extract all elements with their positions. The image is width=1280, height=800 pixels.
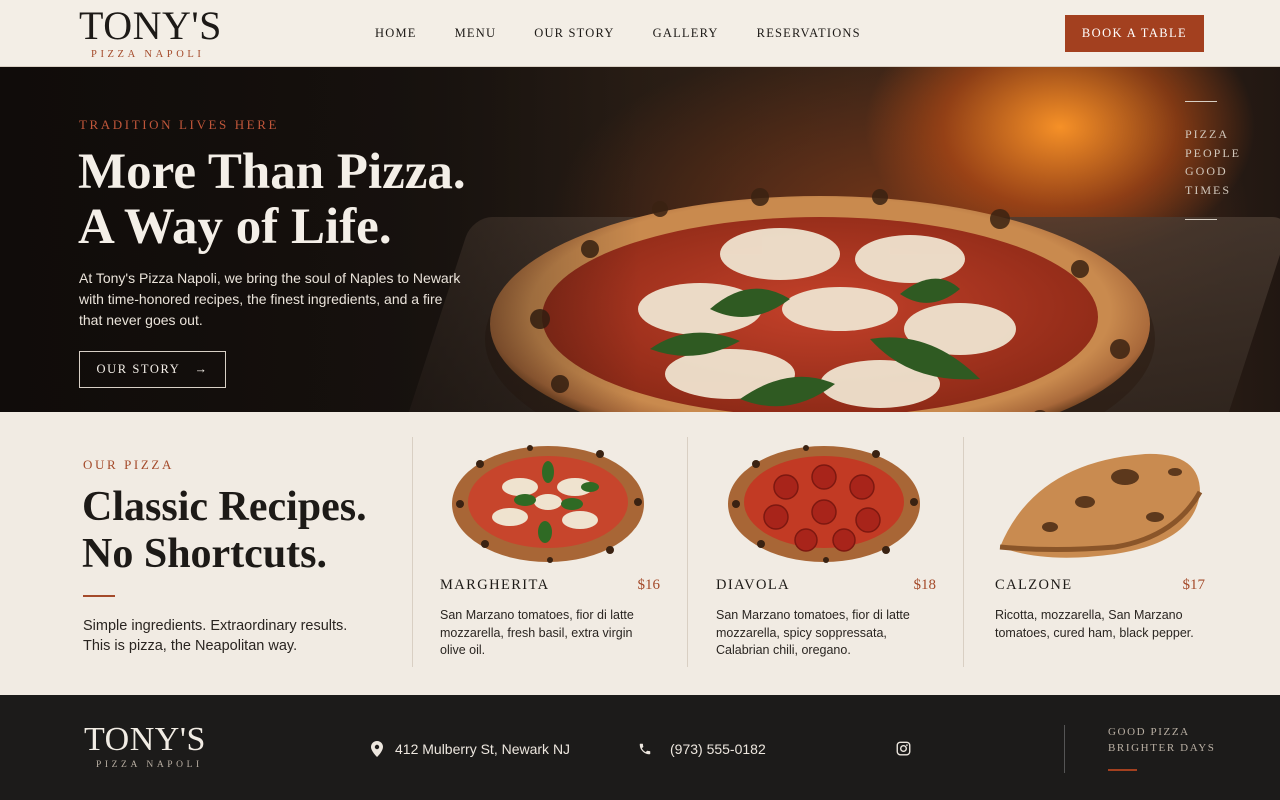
menu-item-description: San Marzano tomatoes, fior di latte mozz…	[716, 608, 910, 657]
footer-tagline-line-2: BRIGHTER DAYS	[1108, 742, 1216, 754]
footer-brand-tagline: PIZZA NAPOLI	[96, 760, 203, 770]
menu-card-calzone[interactable]: CALZONE $17 Ricotta, mozzarella, San Mar…	[995, 432, 1205, 640]
hero-title: More Than Pizza. A Way of Life.	[78, 145, 558, 255]
phone-icon	[639, 743, 651, 755]
our-story-button-label: OUR STORY	[96, 362, 181, 376]
location-pin-icon	[371, 741, 383, 757]
hero-title-line-1: More Than Pizza.	[78, 144, 466, 200]
menu-item-name: MARGHERITA	[440, 577, 550, 593]
margherita-pizza-image	[452, 445, 644, 563]
side-word: PEOPLE	[1185, 145, 1242, 160]
phone-text: (973) 555-0182	[670, 741, 766, 757]
menu-item-name: CALZONE	[995, 577, 1073, 593]
brand-logo[interactable]: TONY'S PIZZA NAPOLI	[79, 3, 239, 61]
footer-tagline: GOOD PIZZA BRIGHTER DAYS	[1108, 724, 1216, 771]
site-header: TONY'S PIZZA NAPOLI HOME MENU OUR STORY …	[0, 0, 1280, 67]
section-eyebrow: OUR PIZZA	[83, 457, 174, 472]
nav-gallery[interactable]: GALLERY	[653, 26, 719, 41]
column-divider	[963, 437, 964, 667]
footer-brand-name: TONY'S	[84, 721, 206, 758]
brand-name: TONY'S	[79, 3, 222, 48]
address-text: 412 Mulberry St, Newark NJ	[395, 741, 571, 757]
menu-item-description: Ricotta, mozzarella, San Marzano tomatoe…	[995, 608, 1194, 640]
accent-rule	[1108, 769, 1137, 771]
footer-divider	[1064, 725, 1065, 773]
menu-item-price: $17	[1182, 577, 1206, 593]
hero-title-line-2: A Way of Life.	[78, 199, 392, 255]
footer-tagline-line-1: GOOD PIZZA	[1108, 726, 1190, 738]
arrow-right-icon: →	[194, 362, 209, 376]
column-divider	[687, 437, 688, 667]
menu-item-price: $18	[913, 577, 937, 593]
divider-line	[1185, 219, 1217, 220]
menu-item-price: $16	[637, 577, 661, 593]
side-word: GOOD	[1185, 164, 1228, 178]
our-pizza-section: OUR PIZZA Classic Recipes. No Shortcuts.…	[0, 412, 1280, 695]
book-table-button[interactable]: BOOK A TABLE	[1065, 15, 1204, 52]
menu-item-name: DIAVOLA	[716, 577, 790, 593]
section-description: Simple ingredients. Extraordinary result…	[83, 618, 348, 654]
menu-item-description: San Marzano tomatoes, fior di latte mozz…	[440, 608, 634, 657]
menu-card-margherita[interactable]: MARGHERITA $16 San Marzano tomatoes, fio…	[440, 432, 660, 657]
menu-card-diavola[interactable]: DIAVOLA $18 San Marzano tomatoes, fior d…	[716, 432, 936, 657]
section-title-line-1: Classic Recipes.	[82, 484, 367, 530]
diavola-pizza-image	[728, 445, 920, 563]
hero-description: At Tony's Pizza Napoli, we bring the sou…	[79, 270, 461, 328]
column-divider	[412, 437, 413, 667]
section-title: Classic Recipes. No Shortcuts.	[82, 484, 402, 578]
nav-our-story[interactable]: OUR STORY	[534, 26, 614, 41]
nav-menu[interactable]: MENU	[455, 26, 497, 41]
main-nav: HOME MENU OUR STORY GALLERY RESERVATIONS	[375, 26, 899, 41]
footer-logo[interactable]: TONY'S PIZZA NAPOLI	[84, 721, 206, 771]
hero-side-tagline: PIZZA PEOPLE GOOD TIMES	[1185, 101, 1255, 220]
nav-reservations[interactable]: RESERVATIONS	[757, 26, 861, 41]
hero-eyebrow: TRADITION LIVES HERE	[79, 117, 280, 132]
brand-tagline: PIZZA NAPOLI	[91, 49, 205, 60]
section-title-line-2: No Shortcuts.	[82, 531, 328, 577]
footer-address[interactable]: 412 Mulberry St, Newark NJ	[371, 741, 570, 757]
calzone-image	[999, 453, 1203, 558]
side-word: PIZZA	[1185, 127, 1229, 141]
accent-rule	[83, 595, 115, 597]
divider-line	[1185, 101, 1217, 102]
nav-home[interactable]: HOME	[375, 26, 417, 41]
instagram-icon[interactable]	[896, 741, 911, 756]
our-story-button[interactable]: OUR STORY →	[79, 351, 226, 388]
site-footer: TONY'S PIZZA NAPOLI 412 Mulberry St, New…	[0, 695, 1280, 800]
footer-phone[interactable]: (973) 555-0182	[638, 741, 766, 757]
hero-section: TRADITION LIVES HERE More Than Pizza. A …	[0, 67, 1280, 412]
side-word: TIMES	[1185, 182, 1231, 197]
